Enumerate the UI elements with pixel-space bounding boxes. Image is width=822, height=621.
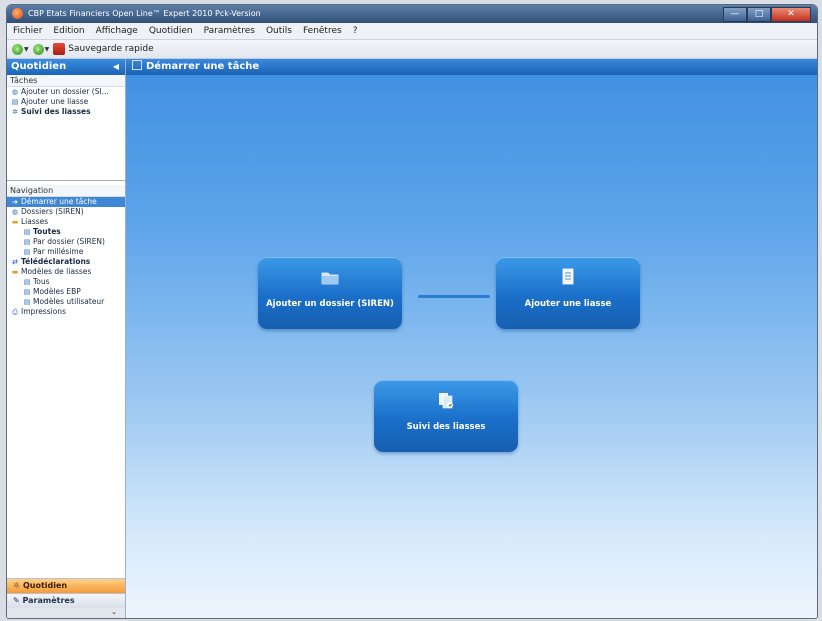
sidebar-title: Quotidien <box>11 61 67 72</box>
maximize-button[interactable]: □ <box>747 7 771 22</box>
add-liasse-label: Ajouter une liasse <box>524 299 612 309</box>
collapse-sidebar-icon[interactable]: ◀ <box>113 59 119 75</box>
document-icon: ▤ <box>23 298 31 306</box>
forward-dropdown-icon[interactable]: ▼ <box>45 46 50 53</box>
nav-label: Dossiers (SIREN) <box>21 207 84 216</box>
navigation-section-label: Navigation <box>7 185 125 197</box>
menu-fichier[interactable]: Fichier <box>13 26 42 36</box>
menu-parametres[interactable]: Paramètres <box>204 26 255 36</box>
tasks-section-label: Tâches <box>7 75 125 87</box>
main-area: Démarrer une tâche <box>126 59 817 618</box>
printer-icon: ⎙ <box>12 308 18 316</box>
document-icon: ▤ <box>23 248 31 256</box>
nav-item-par-millesime[interactable]: ▤ Par millésime <box>7 247 125 257</box>
nav-item-modeles[interactable]: ▬ Modèles de liasses <box>7 267 125 277</box>
nav-item-demarrer[interactable]: ➜ Démarrer une tâche <box>7 197 125 207</box>
menu-outils[interactable]: Outils <box>266 26 292 36</box>
nav-label: Modèles de liasses <box>21 267 92 276</box>
globe-icon: ◍ <box>11 208 19 216</box>
transfer-icon: ⇄ <box>12 258 18 266</box>
back-dropdown-icon[interactable]: ▼ <box>24 46 29 53</box>
gear-icon: ✲ <box>12 108 18 116</box>
arrow-icon: ➜ <box>12 198 18 206</box>
nav-label: Télédéclarations <box>21 257 91 266</box>
panel-icon <box>132 60 142 70</box>
menu-bar: Fichier Edition Affichage Quotidien Para… <box>7 23 817 40</box>
toolbar: ‹ ▼ › ▼ Sauvegarde rapide <box>7 40 817 59</box>
menu-quotidien[interactable]: Quotidien <box>149 26 193 36</box>
folder-icon: ▬ <box>11 218 19 226</box>
nav-item-liasses[interactable]: ▬ Liasses <box>7 217 125 227</box>
minimize-button[interactable]: — <box>723 7 747 22</box>
menu-fenetres[interactable]: Fenêtres <box>303 26 342 36</box>
close-button[interactable]: ✕ <box>771 7 811 22</box>
add-folder-label: Ajouter un dossier (SIREN) <box>266 299 394 309</box>
suivi-liasses-label: Suivi des liasses <box>406 422 486 432</box>
title-bar: CBP Etats Financiers Open Line™ Expert 2… <box>7 5 817 23</box>
nav-label: Tous <box>33 277 50 286</box>
task-label: Ajouter une liasse <box>21 97 89 106</box>
nav-label: Modèles utilisateur <box>33 297 105 306</box>
nav-item-impressions[interactable]: ⎙ Impressions <box>7 307 125 317</box>
app-window: CBP Etats Financiers Open Line™ Expert 2… <box>6 4 818 619</box>
nav-label: Toutes <box>33 227 61 236</box>
window-controls: — □ ✕ <box>723 7 811 22</box>
folder-icon <box>321 272 339 285</box>
nav-label: Démarrer une tâche <box>21 197 97 206</box>
task-add-folder[interactable]: ◍ Ajouter un dossier (SI... <box>7 87 125 97</box>
app-logo-icon <box>12 8 23 19</box>
navigation-panel: Navigation ➜ Démarrer une tâche ◍ Dossiers… <box>7 185 125 578</box>
nav-item-modeles-utilisateur[interactable]: ▤ Modèles utilisateur <box>7 297 125 307</box>
document-icon: ▤ <box>23 228 31 236</box>
wrench-icon: ✎ <box>13 596 23 605</box>
window-title: CBP Etats Financiers Open Line™ Expert 2… <box>28 9 261 18</box>
tasks-panel: Tâches ◍ Ajouter un dossier (SI... ▤ Ajout… <box>7 75 125 181</box>
forward-button[interactable]: › <box>32 43 44 55</box>
task-label: Ajouter un dossier (SI... <box>21 87 109 96</box>
nav-item-dossiers[interactable]: ◍ Dossiers (SIREN) <box>7 207 125 217</box>
suivi-liasses-button[interactable]: Suivi des liasses <box>374 380 518 452</box>
add-folder-button[interactable]: Ajouter un dossier (SIREN) <box>258 257 402 329</box>
quick-save-button[interactable]: Sauvegarde rapide <box>68 44 153 54</box>
globe-icon: ◍ <box>11 88 19 96</box>
document-icon <box>562 268 574 285</box>
tab-quotidien[interactable]: ☼ Quotidien <box>7 578 125 593</box>
quick-save-icon[interactable] <box>53 43 66 55</box>
menu-affichage[interactable]: Affichage <box>96 26 138 36</box>
nav-item-modeles-ebp[interactable]: ▤ Modèles EBP <box>7 287 125 297</box>
nav-item-toutes[interactable]: ▤ Toutes <box>7 227 125 237</box>
task-suivi-liasses[interactable]: ✲ Suivi des liasses <box>7 107 125 117</box>
tab-label: Quotidien <box>22 581 68 590</box>
add-liasse-button[interactable]: Ajouter une liasse <box>496 257 640 329</box>
tracking-icon <box>439 393 453 409</box>
nav-label: Par millésime <box>33 247 84 256</box>
sidebar-expand-icon[interactable]: ⌄ <box>7 608 125 618</box>
sidebar-header: Quotidien ◀ <box>7 59 125 75</box>
main-header: Démarrer une tâche <box>126 59 817 75</box>
document-icon: ▤ <box>23 278 31 286</box>
nav-label: Liasses <box>21 217 49 226</box>
nav-item-tous[interactable]: ▤ Tous <box>7 277 125 287</box>
sidebar-bottom-tabs: ☼ Quotidien ✎ Paramètres ⌄ <box>7 578 125 618</box>
folder-icon: ▬ <box>11 268 19 276</box>
task-label: Suivi des liasses <box>21 107 91 116</box>
sidebar: Quotidien ◀ Tâches ◍ Ajouter un dossier (… <box>7 59 126 618</box>
nav-item-teledeclarations[interactable]: ⇄ Télédéclarations <box>7 257 125 267</box>
sun-icon: ☼ <box>13 581 23 590</box>
nav-item-par-dossier[interactable]: ▤ Par dossier (SIREN) <box>7 237 125 247</box>
document-icon: ▤ <box>23 238 31 246</box>
nav-label: Modèles EBP <box>33 287 81 296</box>
nav-label: Impressions <box>21 307 66 316</box>
connector-line <box>418 295 490 298</box>
back-button[interactable]: ‹ <box>12 43 23 55</box>
menu-help[interactable]: ? <box>353 26 358 36</box>
menu-edition[interactable]: Edition <box>53 26 84 36</box>
tab-parametres[interactable]: ✎ Paramètres <box>7 593 125 608</box>
tab-label: Paramètres <box>22 596 75 605</box>
main-title: Démarrer une tâche <box>146 61 260 72</box>
task-add-liasse[interactable]: ▤ Ajouter une liasse <box>7 97 125 107</box>
nav-label: Par dossier (SIREN) <box>33 237 105 246</box>
document-icon: ▤ <box>11 98 19 106</box>
document-icon: ▤ <box>23 288 31 296</box>
